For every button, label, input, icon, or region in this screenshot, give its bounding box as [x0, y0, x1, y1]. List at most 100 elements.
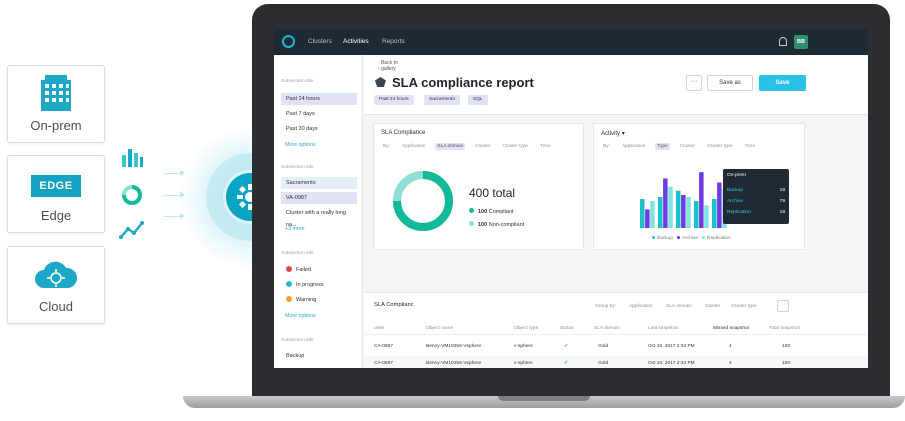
legend-value: 100: [478, 209, 488, 215]
row-divider: [364, 334, 868, 335]
sidebar-item-failed[interactable]: Failed: [281, 264, 357, 276]
save-button[interactable]: Save: [759, 75, 806, 91]
bar-archive-c4[interactable]: [699, 172, 704, 228]
table-cell: 100: [782, 361, 791, 366]
legend-dot: [469, 208, 474, 213]
activity-card: Activity ▾ By: Application Type Cluster Clus…: [593, 123, 805, 250]
warning-status-icon: [286, 296, 292, 302]
bar-archive-c3[interactable]: [681, 194, 686, 228]
table-cell: Benny-VM10256-Vsphere: [426, 361, 482, 366]
source-label: Cloud: [39, 299, 73, 314]
group-option[interactable]: SLA domain: [666, 304, 692, 309]
more-options-link[interactable]: More options: [285, 142, 316, 148]
bar-backup-c4[interactable]: [694, 201, 699, 228]
app-logo-icon[interactable]: [282, 35, 295, 48]
back-link[interactable]: ‹ Back to gallery: [378, 60, 407, 72]
bell-icon[interactable]: [779, 37, 787, 46]
donut-chart: [393, 171, 453, 231]
filter-chip[interactable]: Past 24 hours: [374, 95, 414, 105]
save-as-button[interactable]: Save as: [707, 75, 753, 91]
table-cell: v-sphere: [514, 361, 533, 366]
more-options-link[interactable]: More options: [285, 313, 316, 319]
column-header[interactable]: Missed snapshot: [713, 326, 749, 331]
filter-type[interactable]: Type: [655, 143, 670, 150]
legend-backup: Backup: [652, 236, 673, 241]
filter-application[interactable]: Application: [400, 143, 427, 150]
filter-by-label: By:: [603, 144, 610, 149]
sidebar-item-past-7d[interactable]: Past 7 days: [281, 108, 357, 120]
column-header[interactable]: Total snapshot: [769, 326, 800, 331]
filter-time[interactable]: Time: [743, 143, 757, 150]
source-card-edge: EDGE Edge: [7, 155, 105, 233]
table-cell: Gold: [598, 344, 609, 349]
nav-reports[interactable]: Reports: [382, 38, 405, 45]
group-option[interactable]: Cluster type: [731, 304, 757, 309]
sidebar-item-backup[interactable]: Backup: [281, 350, 357, 362]
sidebar-item-warning[interactable]: Warning: [281, 294, 357, 306]
tooltip-row: Replication 18: [727, 210, 785, 215]
ring-chart-icon: [122, 185, 142, 205]
status-check-icon: ✓: [564, 344, 569, 349]
nav-activities[interactable]: Activities: [343, 38, 369, 45]
avatar[interactable]: BB: [794, 35, 808, 49]
legend-value: 100: [478, 222, 488, 228]
bar-archive-c5[interactable]: [717, 182, 722, 228]
search-icon[interactable]: [777, 300, 789, 312]
in-progress-status-icon: [286, 281, 292, 287]
sidebar-section-title: Subsection title: [281, 338, 314, 343]
sidebar: Subsection title Past 24 hours Past 7 da…: [274, 55, 363, 368]
filter-time[interactable]: Time: [538, 143, 552, 150]
table-cell: Oct 10, 2017 2:34 PM: [648, 361, 695, 366]
source-label: On-prem: [30, 118, 82, 133]
legend-compliant: 100 Compliant: [469, 208, 513, 215]
filter-chip[interactable]: Sacramento: [424, 95, 460, 105]
sidebar-item-in-progress[interactable]: In progress: [281, 279, 357, 291]
column-header[interactable]: Object name: [426, 326, 453, 331]
filter-sla-domain[interactable]: SLA domain: [435, 143, 466, 150]
filter-cluster-type[interactable]: Cluster type: [705, 143, 735, 150]
sidebar-section-title: Subsection title: [281, 251, 314, 256]
sidebar-section-title: Subsection title: [281, 79, 314, 84]
sidebar-item-long-cluster[interactable]: Cluster with a really long na...: [281, 207, 357, 228]
table-cell: CA-0987: [374, 361, 393, 366]
total-count: 400 total: [469, 186, 516, 200]
filter-bar: By: Application Type Cluster Cluster type Tim…: [601, 143, 765, 150]
bar-replication-c2[interactable]: [668, 186, 673, 228]
card-title[interactable]: Activity ▾: [601, 130, 625, 137]
group-option[interactable]: Application: [629, 304, 652, 309]
edge-box-icon: EDGE: [31, 175, 81, 197]
filter-cluster[interactable]: Cluster: [678, 143, 697, 150]
filter-application[interactable]: Application: [620, 143, 647, 150]
bar-backup-c1[interactable]: [640, 199, 645, 228]
legend-label: Compliant: [488, 209, 514, 215]
sidebar-item-sacramento[interactable]: Sacramento: [281, 177, 357, 189]
bar-replication-c4[interactable]: [704, 205, 709, 228]
bar-backup-c5[interactable]: [712, 199, 717, 228]
bar-replication-c3[interactable]: [686, 197, 691, 228]
sidebar-item-past-24h[interactable]: Past 24 hours: [281, 93, 357, 105]
filter-chip[interactable]: SQL: [468, 95, 488, 105]
page-title: SLA compliance report: [392, 75, 534, 90]
column-header[interactable]: uster: [374, 326, 385, 331]
column-header[interactable]: Status: [560, 326, 574, 331]
sidebar-item-va-0987[interactable]: VA-0987: [281, 192, 357, 204]
bar-chart-icon: [122, 149, 143, 167]
bar-archive-c1[interactable]: [645, 209, 650, 228]
nav-clusters[interactable]: Clusters: [308, 38, 332, 45]
filter-cluster-type[interactable]: Cluster type: [500, 143, 530, 150]
bar-backup-c3[interactable]: [676, 190, 681, 228]
more-clusters-link[interactable]: +3 more: [285, 226, 305, 232]
column-header[interactable]: Last snapshot: [648, 326, 678, 331]
group-option[interactable]: Cluster: [705, 304, 720, 309]
table-cell: 4: [729, 344, 732, 349]
bar-backup-c2[interactable]: [658, 197, 663, 228]
bar-archive-c2[interactable]: [663, 178, 668, 228]
bar-replication-c1[interactable]: [650, 201, 655, 228]
sidebar-item-past-30d[interactable]: Past 30 days: [281, 123, 357, 135]
column-header[interactable]: SLA domain: [594, 326, 620, 331]
more-actions-button[interactable]: ···: [686, 75, 702, 91]
column-header[interactable]: Object type: [514, 326, 538, 331]
filter-cluster[interactable]: Cluster: [473, 143, 492, 150]
failed-status-icon: [286, 266, 292, 272]
top-nav: Clusters Activities Reports BB: [274, 29, 868, 55]
